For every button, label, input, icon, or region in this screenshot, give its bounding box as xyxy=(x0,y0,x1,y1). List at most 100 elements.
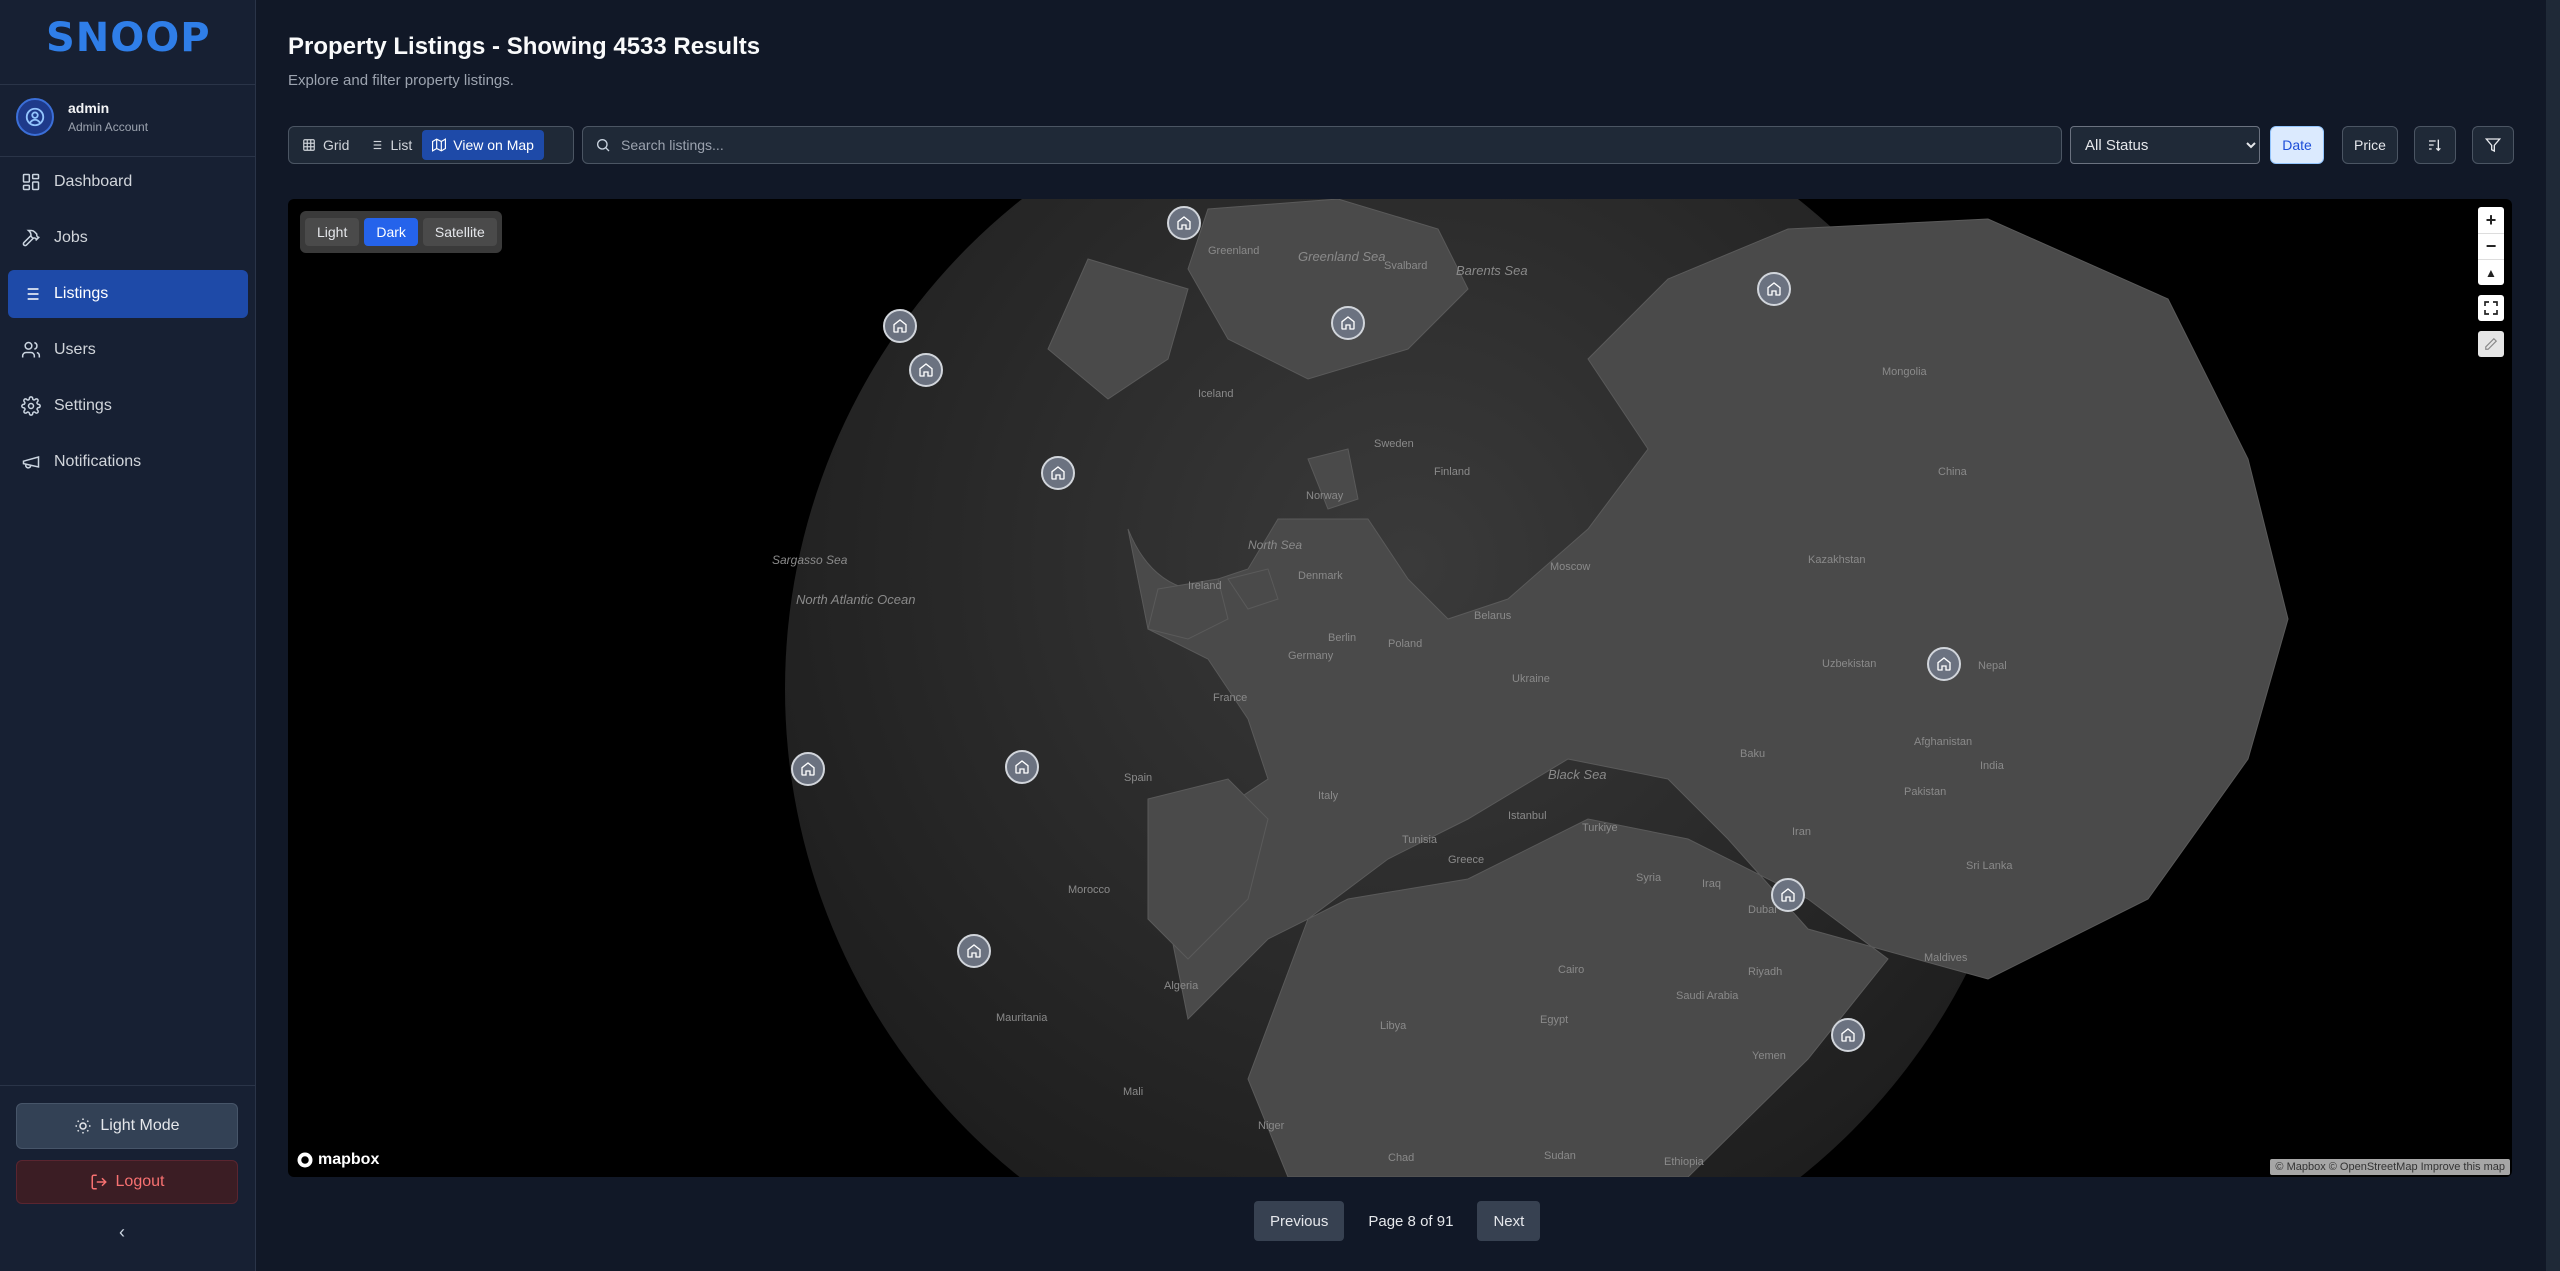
sidebar-item-dashboard[interactable]: Dashboard xyxy=(8,158,248,206)
next-page-button[interactable]: Next xyxy=(1477,1201,1541,1241)
page-scrollbar[interactable] xyxy=(2546,0,2560,1271)
mapbox-logo[interactable]: mapbox xyxy=(296,1151,379,1169)
sort-order-button[interactable] xyxy=(2414,126,2456,164)
hammer-icon xyxy=(22,229,40,247)
sort-date-button[interactable]: Date xyxy=(2270,126,2324,164)
search-box xyxy=(582,126,2062,164)
sidebar-item-users[interactable]: Users xyxy=(8,326,248,374)
mapbox-logo-text: mapbox xyxy=(318,1151,380,1168)
map-label: Spain xyxy=(1124,772,1152,784)
map-label: Black Sea xyxy=(1548,767,1607,782)
map-label: Svalbard xyxy=(1384,260,1427,272)
map-label: Kazakhstan xyxy=(1808,554,1865,566)
sidebar-item-label: Users xyxy=(54,341,96,358)
fullscreen-button[interactable] xyxy=(2478,295,2504,321)
map-label: Pakistan xyxy=(1904,786,1946,798)
sidebar-item-label: Jobs xyxy=(54,229,88,246)
sidebar-divider xyxy=(0,1085,256,1086)
collapse-sidebar-button[interactable]: ‹ xyxy=(119,1222,125,1243)
listing-pin[interactable] xyxy=(1331,306,1365,340)
home-icon xyxy=(1051,466,1065,480)
listing-pin[interactable] xyxy=(883,309,917,343)
map-style-dark-button[interactable]: Dark xyxy=(364,218,418,246)
map-label: Greenland Sea xyxy=(1298,249,1385,264)
map-label: Yemen xyxy=(1752,1050,1786,1062)
previous-page-button[interactable]: Previous xyxy=(1254,1201,1345,1241)
view-label: List xyxy=(390,137,413,153)
home-icon xyxy=(1781,888,1795,902)
map-style-toggle: Light Dark Satellite xyxy=(300,211,502,253)
map-label: Mauritania xyxy=(996,1012,1048,1024)
listings-toolbar: Grid List View on Map All Status Date Pr… xyxy=(288,124,2514,164)
sidebar-item-notifications[interactable]: Notifications xyxy=(8,438,248,486)
listing-pin[interactable] xyxy=(1041,456,1075,490)
map-style-light-button[interactable]: Light xyxy=(305,218,360,246)
map-attribution[interactable]: © Mapbox © OpenStreetMap Improve this ma… xyxy=(2270,1159,2510,1175)
map-icon xyxy=(432,138,447,152)
avatar xyxy=(16,98,54,136)
draw-tool-button[interactable] xyxy=(2478,331,2504,357)
map-label: Uzbekistan xyxy=(1822,658,1876,670)
map-view-button[interactable]: View on Map xyxy=(422,130,544,160)
map-label: Iran xyxy=(1792,826,1811,838)
map-label: Turkiye xyxy=(1582,822,1618,834)
status-filter-select[interactable]: All Status xyxy=(2070,126,2260,164)
map-label: Mali xyxy=(1123,1086,1143,1098)
map-label: Chad xyxy=(1388,1152,1414,1164)
sidebar-item-jobs[interactable]: Jobs xyxy=(8,214,248,262)
map-label: Libya xyxy=(1380,1020,1407,1032)
map-label: Sudan xyxy=(1544,1150,1576,1162)
listing-pin[interactable] xyxy=(1771,878,1805,912)
home-icon xyxy=(801,762,815,776)
filter-button[interactable] xyxy=(2472,126,2514,164)
logout-icon xyxy=(91,1174,107,1190)
theme-toggle-button[interactable]: Light Mode xyxy=(16,1103,238,1149)
sort-price-button[interactable]: Price xyxy=(2342,126,2398,164)
globe-map-canvas[interactable]: Greenland Greenland Sea Svalbard Barents… xyxy=(288,199,2512,1177)
megaphone-icon xyxy=(22,456,40,469)
snoop-logo[interactable]: SNOOP xyxy=(46,10,210,66)
list-view-button[interactable]: List xyxy=(359,130,422,160)
sidebar-nav: Dashboard Jobs Listings Users Settings N… xyxy=(8,158,248,494)
map-label: Egypt xyxy=(1540,1014,1568,1026)
sidebar-item-settings[interactable]: Settings xyxy=(8,382,248,430)
sidebar-item-label: Settings xyxy=(54,397,112,414)
listings-map[interactable]: Greenland Greenland Sea Svalbard Barents… xyxy=(288,199,2512,1177)
map-label: North Sea xyxy=(1248,538,1302,552)
compass-button[interactable]: ▲ xyxy=(2478,259,2504,285)
zoom-out-button[interactable]: − xyxy=(2478,233,2504,259)
listing-pin[interactable] xyxy=(1167,206,1201,240)
zoom-in-button[interactable]: + xyxy=(2478,207,2504,233)
map-style-satellite-button[interactable]: Satellite xyxy=(422,218,497,246)
listing-pin[interactable] xyxy=(1927,647,1961,681)
fullscreen-icon xyxy=(2484,301,2498,315)
sun-icon xyxy=(75,1118,91,1134)
home-icon xyxy=(1341,316,1355,330)
map-label: Norway xyxy=(1306,490,1344,502)
logout-button[interactable]: Logout xyxy=(16,1160,238,1204)
page-title: Property Listings - Showing 4533 Results xyxy=(288,33,761,60)
map-label: Ireland xyxy=(1188,580,1222,592)
listing-pin[interactable] xyxy=(1757,272,1791,306)
home-icon xyxy=(1767,282,1781,296)
sidebar-item-label: Notifications xyxy=(54,453,142,470)
map-label: Italy xyxy=(1318,790,1339,802)
grid-view-button[interactable]: Grid xyxy=(292,130,359,160)
listing-pin[interactable] xyxy=(909,353,943,387)
search-input[interactable] xyxy=(621,137,2041,153)
listing-pin[interactable] xyxy=(957,934,991,968)
grid-icon xyxy=(303,139,315,151)
user-profile[interactable]: admin Admin Account xyxy=(16,98,246,138)
map-label: Denmark xyxy=(1298,570,1343,582)
map-label: Afghanistan xyxy=(1914,736,1972,748)
map-label: India xyxy=(1980,760,2005,772)
listing-pin[interactable] xyxy=(1005,750,1039,784)
map-label: Ukraine xyxy=(1512,673,1550,685)
listing-pin[interactable] xyxy=(791,752,825,786)
dashboard-icon xyxy=(22,173,40,191)
sidebar-item-listings[interactable]: Listings xyxy=(8,270,248,318)
listing-pin[interactable] xyxy=(1831,1018,1865,1052)
view-mode-toggle: Grid List View on Map xyxy=(288,126,574,164)
home-icon xyxy=(1937,657,1951,671)
map-label: North Atlantic Ocean xyxy=(796,592,915,607)
